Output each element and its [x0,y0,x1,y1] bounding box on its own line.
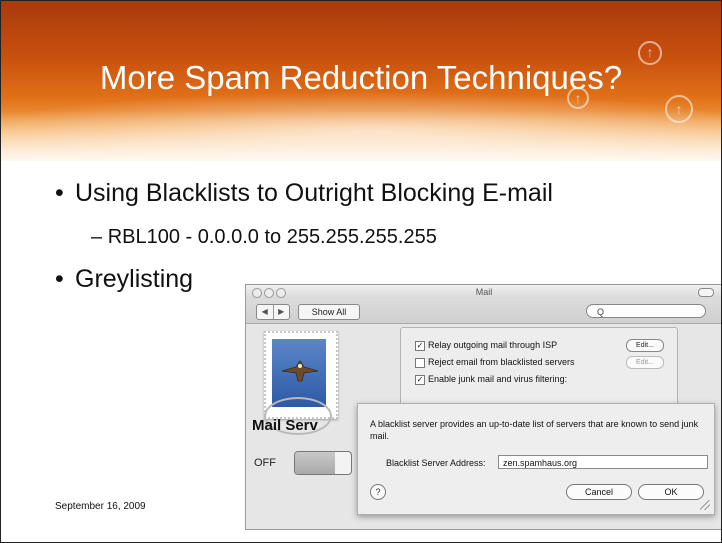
option-junk-filter[interactable]: ✓ Enable junk mail and virus filtering: [415,374,567,385]
option-relay[interactable]: ✓ Relay outgoing mail through ISP [415,340,557,351]
blacklist-edit-button[interactable]: Edit... [626,356,664,369]
cancel-button[interactable]: Cancel [566,484,632,500]
sub-bullet-text: RBL100 - 0.0.0.0 to 255.255.255.255 [107,226,437,248]
window-title: Mail [475,287,493,297]
bullet-greylisting: • Greylisting [55,265,194,293]
resize-grip[interactable] [700,500,710,510]
sub-bullet-rbl: – RBL100 - 0.0.0.0 to 255.255.255.255 [91,226,437,248]
blacklist-address-label: Blacklist Server Address: [386,458,486,468]
slide-title: More Spam Reduction Techniques? [99,59,623,96]
arrow-up-circle-icon: ↑ [665,95,693,123]
option-label: Reject email from blacklisted servers [428,357,575,367]
sheet-message: A blacklist server provides an up-to-dat… [370,419,699,441]
option-label: Enable junk mail and virus filtering: [428,374,568,384]
search-icon: Q [597,307,605,317]
slide: ↑ ↑ ↑ More Spam Reduction Techniques? • U… [0,0,722,543]
relay-edit-button[interactable]: Edit... [626,339,664,352]
bullet-text: Greylisting [75,265,194,293]
relay-checkbox[interactable]: ✓ [415,340,425,351]
hawk-icon [281,360,319,382]
ok-button[interactable]: OK [638,484,704,500]
help-button[interactable]: ? [370,484,386,500]
window-titlebar: Mail [246,285,721,299]
blacklist-server-sheet: A blacklist server provides an up-to-dat… [357,403,715,515]
footer-date: September 16, 2009 [55,501,146,512]
option-reject-blacklisted[interactable]: Reject email from blacklisted servers [415,357,575,368]
service-toggle-label: OFF [254,457,276,469]
service-onoff-switch[interactable] [294,451,352,475]
mail-options-box: ✓ Relay outgoing mail through ISP Edit...… [400,327,678,409]
bullet-blacklists: • Using Blacklists to Outright Blocking E… [55,179,553,207]
back-arrow-icon[interactable]: ◀ [257,305,274,319]
show-all-button[interactable]: Show All [298,304,360,320]
reject-blacklisted-checkbox[interactable] [415,357,425,368]
search-input[interactable]: Q [586,304,706,318]
toolbar-toggle-button[interactable] [698,288,714,297]
junk-filter-checkbox[interactable]: ✓ [415,374,425,385]
banner-fade [1,111,721,171]
switch-knob [295,452,335,474]
blacklist-address-field[interactable]: zen.spamhaus.org [498,455,708,469]
bullet-text: Using Blacklists to Outright Blocking E-… [75,179,553,207]
option-label: Relay outgoing mail through ISP [428,340,558,350]
service-name: Mail Serv [252,417,318,434]
window-toolbar: ◀ ▶ Show All Q [246,299,721,324]
nav-buttons: ◀ ▶ [256,304,290,320]
forward-arrow-icon[interactable]: ▶ [274,305,290,319]
